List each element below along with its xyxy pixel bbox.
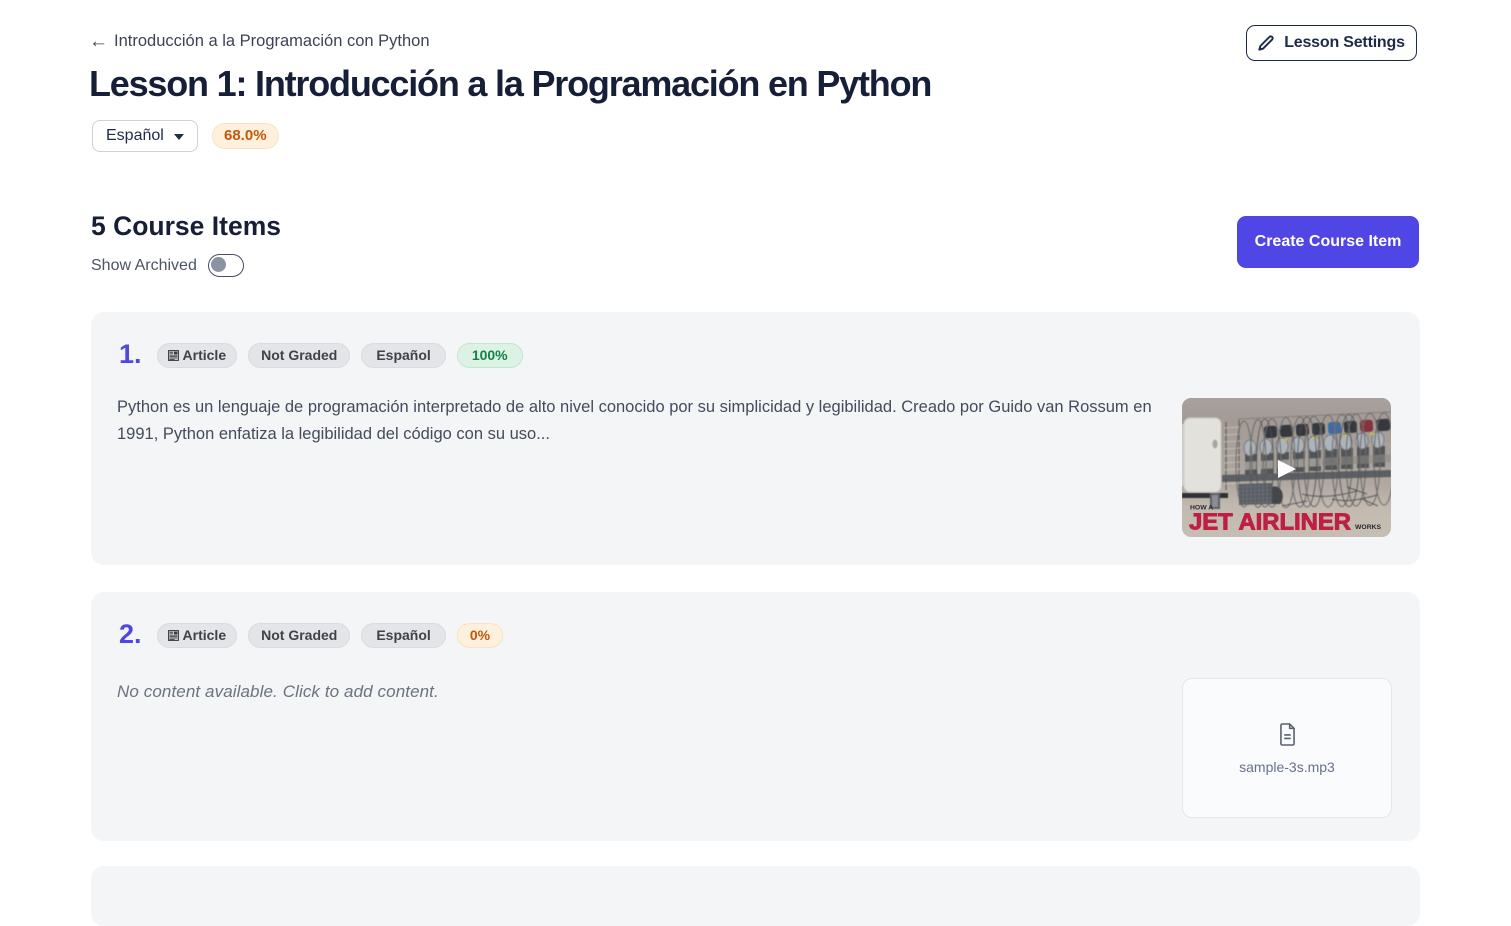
svg-text:JET AIRLINER: JET AIRLINER xyxy=(1189,509,1351,535)
svg-text:WORKS: WORKS xyxy=(1355,524,1382,531)
